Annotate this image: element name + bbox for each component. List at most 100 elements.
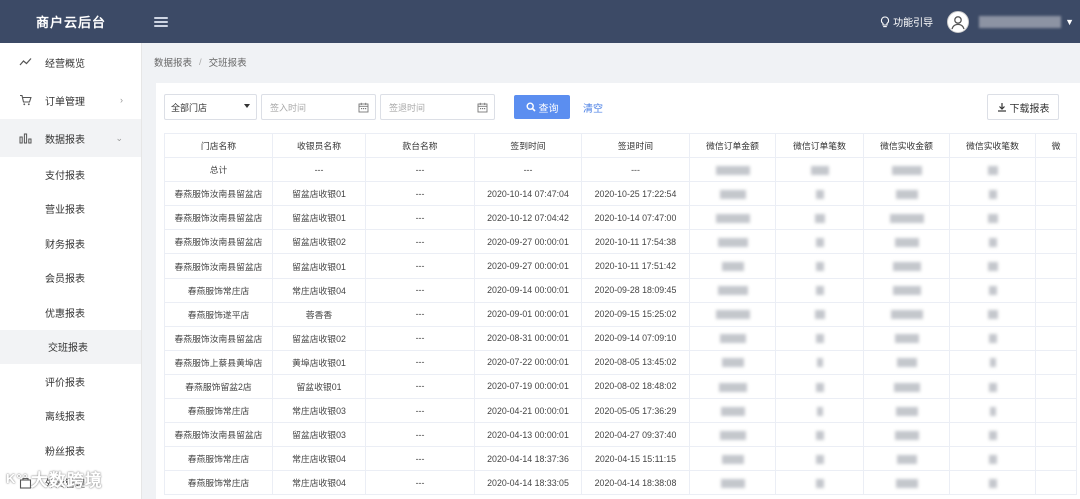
table-cell: 春燕服饰汝南县留盆店 (164, 325, 273, 351)
download-report-button[interactable]: 下载报表 (987, 94, 1059, 120)
table-cell-redacted (775, 277, 864, 303)
table-cell-redacted (863, 205, 950, 231)
checkin-time-input[interactable]: 签入时间 (261, 94, 376, 120)
redacted-value (889, 213, 924, 223)
table-cell-redacted (775, 325, 864, 351)
sidebar-item-reports[interactable]: 数据报表 ⌄ (0, 119, 141, 157)
sidebar-subitem-payment-report[interactable]: 支付报表 (0, 157, 141, 192)
sidebar-subitem-fans-report[interactable]: 粉丝报表 (0, 433, 141, 468)
redacted-value (717, 286, 748, 296)
table-cell-redacted (863, 229, 950, 255)
redacted-value (810, 165, 829, 175)
table-cell: --- (365, 205, 475, 231)
table-cell: --- (365, 325, 475, 351)
menu-toggle-icon[interactable] (154, 16, 168, 27)
table-cell-truncated (1035, 398, 1077, 424)
table-cell: 2020-07-22 00:00:01 (474, 349, 582, 375)
username-blurred[interactable] (979, 15, 1062, 28)
shift-report-table: 门店名称 收银员名称 款台名称 签到时间 签退时间 微信订单金额 微信订单笔数 微信实收金额微… (164, 133, 1080, 499)
trend-icon (18, 55, 32, 69)
redacted-value (894, 430, 919, 440)
table-cell: 2020-09-14 00:00:01 (474, 277, 582, 303)
table-cell: 春燕服饰汝南县留盆店 (164, 181, 273, 207)
table-cell-redacted (863, 398, 950, 424)
table-cell: --- (365, 422, 475, 448)
table-cell-redacted (775, 301, 864, 327)
table-cell: 常庄店收银04 (272, 446, 366, 472)
table-cell: 留盆店收银03 (272, 422, 366, 448)
watermark-logo-icon: K°° (6, 471, 29, 486)
breadcrumb-root[interactable]: 数据报表 (154, 55, 192, 69)
table-cell-redacted (949, 470, 1036, 496)
table-cell-redacted (689, 229, 776, 255)
sidebar-subitem-label: 财务报表 (45, 239, 85, 251)
sidebar-subitem-offline-report[interactable]: 离线报表 (0, 399, 141, 434)
table-cell: 留盆店收银02 (272, 325, 366, 351)
redacted-value (715, 213, 750, 223)
clear-link[interactable]: 清空 (583, 100, 603, 115)
sidebar-subitem-member-report[interactable]: 会员报表 (0, 261, 141, 296)
table-cell-truncated (1035, 253, 1077, 279)
table-cell-truncated (1035, 470, 1077, 496)
redacted-value (987, 213, 998, 223)
table-cell-redacted (863, 157, 950, 183)
redacted-value (988, 430, 997, 440)
table-row: 春燕服饰常庄店 常庄店收银04 --- 2020-04-14 18:37:36 2020… (164, 446, 1077, 472)
checkout-time-input[interactable]: 签退时间 (380, 94, 495, 120)
table-cell: --- (581, 157, 690, 183)
table-cell-redacted (775, 398, 864, 424)
filter-bar: 全部门店 签入时间 签退时间 查询 清空 (164, 94, 603, 120)
table-row: 春燕服饰常庄店 常庄店收银04 --- 2020-04-14 18:33:05 2020… (164, 470, 1077, 496)
table-cell: 2020-09-14 07:09:10 (581, 325, 690, 351)
chevron-down-icon[interactable]: ▼ (1065, 17, 1074, 27)
table-row: 春燕服饰汝南县留盆店 留盆店收银03 --- 2020-04-13 00:00:01 2… (164, 422, 1077, 448)
user-avatar[interactable] (947, 10, 970, 33)
store-select[interactable]: 全部门店 (164, 94, 257, 120)
table-cell: --- (365, 277, 475, 303)
sidebar-subitem-label: 优惠报表 (45, 308, 85, 320)
redacted-value (895, 406, 918, 416)
table-cell-redacted (775, 205, 864, 231)
table-cell-redacted (775, 157, 864, 183)
redacted-value (815, 286, 824, 296)
redacted-value (815, 382, 824, 392)
table-cell: 2020-04-14 18:38:08 (581, 470, 690, 496)
table-cell-redacted (863, 349, 950, 375)
table-row: 春燕服饰汝南县留盆店 留盆店收银01 --- 2020-09-27 00:00:01 2… (164, 253, 1077, 279)
table-cell-redacted (949, 373, 1036, 400)
table-cell: 春燕服饰汝南县留盆店 (164, 253, 273, 279)
table-cell: 留盆店收银01 (272, 205, 366, 231)
table-cell: 2020-10-12 07:04:42 (474, 205, 582, 231)
redacted-value (719, 430, 746, 440)
sidebar-item-label: 订单管理 (45, 96, 85, 108)
table-cell: 留盆店收银01 (272, 181, 366, 207)
table-cell: 2020-09-15 15:25:02 (581, 301, 690, 327)
table-cell: 黄埠店收银01 (272, 349, 366, 375)
table-cell-truncated (1035, 277, 1077, 303)
sidebar-subitem-review-report[interactable]: 评价报表 (0, 364, 141, 399)
watermark-text: 大数跨境 (30, 471, 103, 490)
bar-chart-icon (18, 131, 32, 145)
sidebar-item-overview[interactable]: 经营概览 (0, 43, 141, 81)
table-cell-truncated (1035, 422, 1077, 448)
sidebar-subitem-shift-report[interactable]: 交班报表 (0, 329, 141, 364)
redacted-value (892, 262, 921, 272)
table-row: 春燕服饰遂平店 蓉香香 --- 2020-09-01 00:00:01 2020-09-… (164, 301, 1077, 327)
query-button[interactable]: 查询 (514, 95, 570, 119)
sidebar-subitem-label: 交班报表 (48, 343, 88, 355)
column-header: 签到时间 (474, 133, 582, 159)
sidebar-subitem-discount-report[interactable]: 优惠报表 (0, 295, 141, 330)
table-cell: 春燕服饰汝南县留盆店 (164, 422, 273, 448)
sidebar-subitem-finance-report[interactable]: 财务报表 (0, 226, 141, 261)
report-panel: 全部门店 签入时间 签退时间 查询 清空 下载报表 门店名称 收银员名称 款台名… (156, 83, 1080, 499)
table-cell-redacted (949, 422, 1036, 448)
table-cell-redacted (689, 446, 776, 472)
redacted-value (988, 334, 997, 344)
feature-guide-link[interactable]: 功能引导 (880, 14, 933, 29)
table-cell: --- (365, 157, 475, 183)
sidebar-subitem-business-report[interactable]: 营业报表 (0, 192, 141, 227)
chevron-right-icon: › (120, 95, 123, 105)
redacted-value (890, 310, 923, 320)
table-cell-redacted (689, 157, 776, 183)
sidebar-item-orders[interactable]: 订单管理 › (0, 81, 141, 119)
